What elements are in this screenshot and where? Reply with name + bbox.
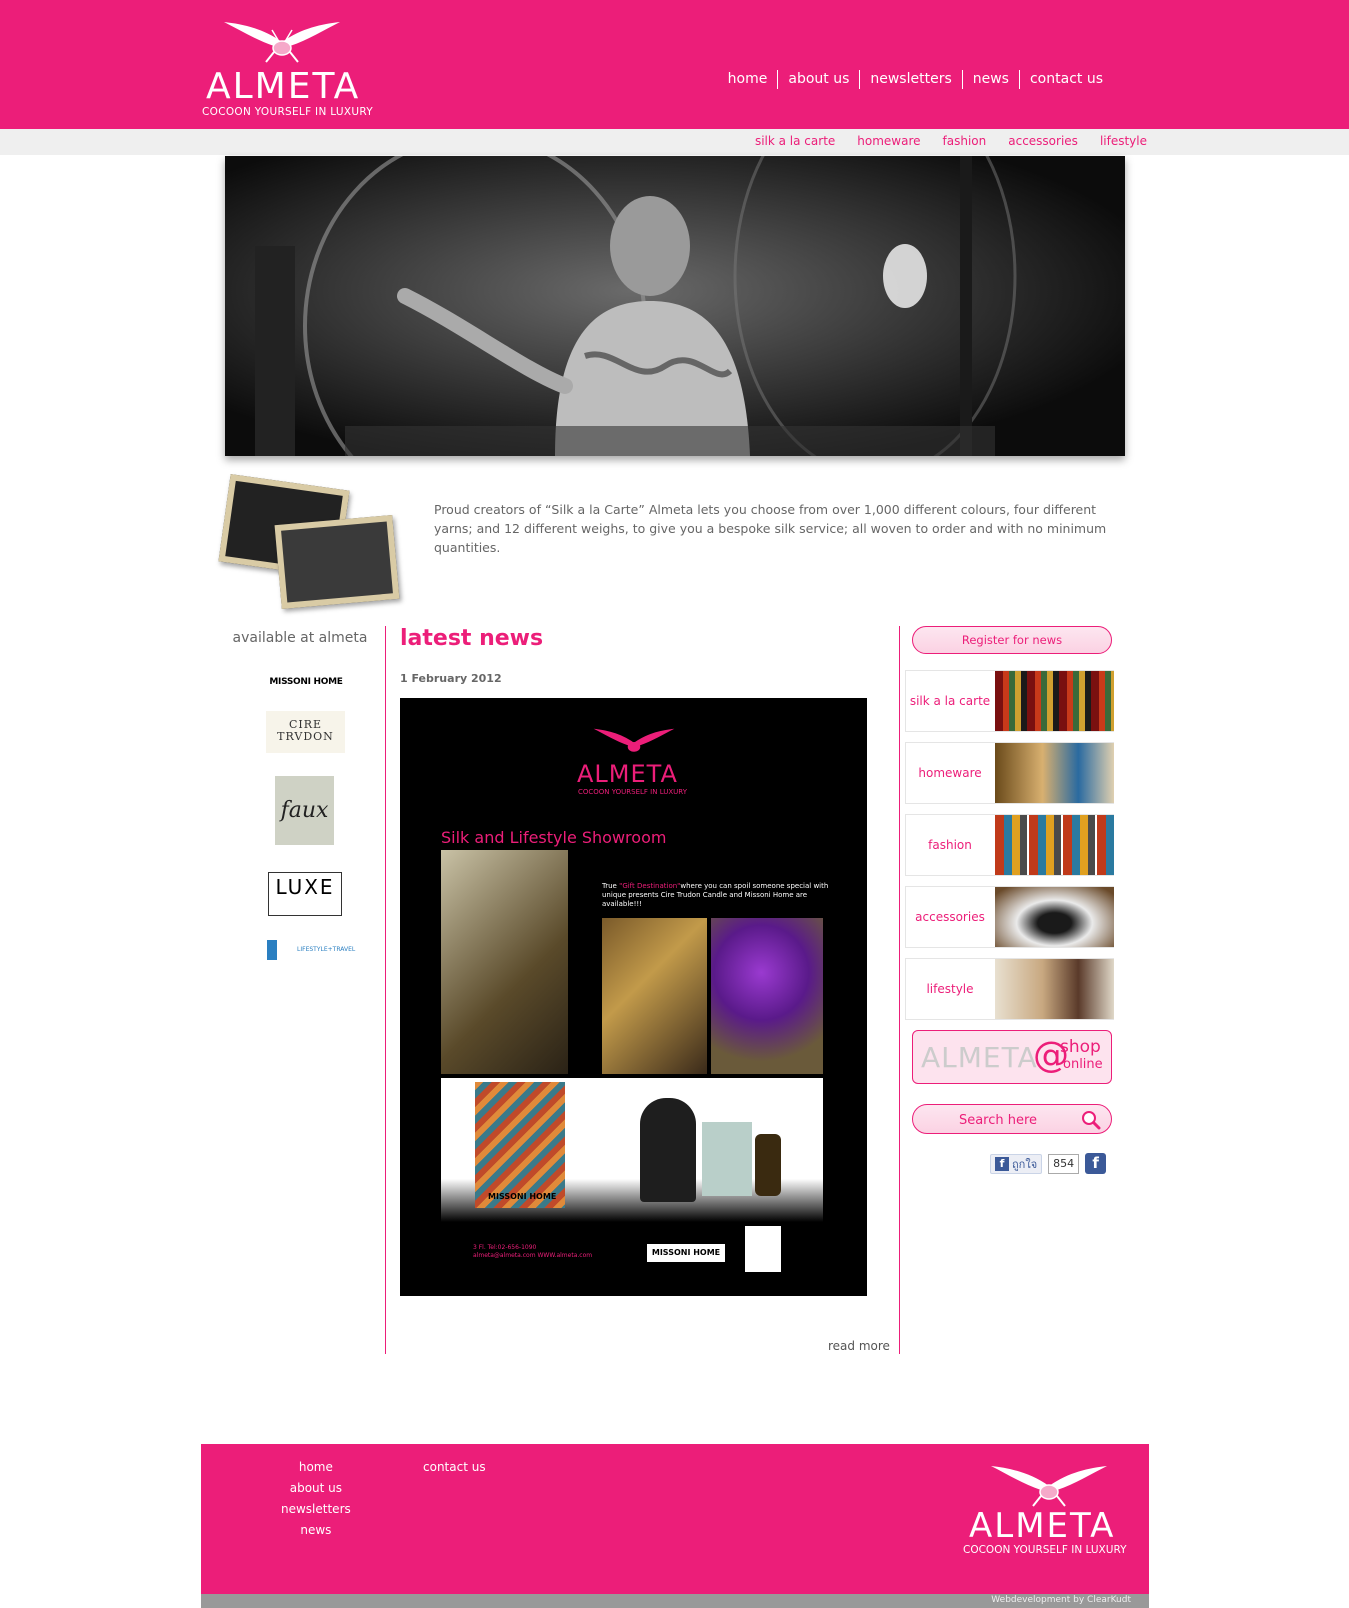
- subnav-lifestyle[interactable]: lifestyle: [1100, 134, 1147, 148]
- moth-logo-icon: [224, 22, 340, 63]
- brand-lifestyle-travel[interactable]: LIFESTYLE+TRAVEL: [267, 940, 355, 960]
- nav-newsletters[interactable]: newsletters: [859, 70, 961, 89]
- flyer-photo-candle-box: [702, 1122, 752, 1196]
- top-nav: home about us newsletters news contact u…: [718, 70, 1113, 89]
- sub-nav: silk a la carte homeware fashion accesso…: [755, 134, 1147, 148]
- flyer-trudon-logo: [745, 1226, 781, 1272]
- nav-about-us[interactable]: about us: [777, 70, 859, 89]
- footer-links-col-2: contact us: [423, 1460, 486, 1474]
- latest-news-heading: latest news: [400, 626, 544, 651]
- sub-nav-bar: silk a la carte homeware fashion accesso…: [0, 129, 1349, 155]
- flyer-photo-perfume: [755, 1134, 781, 1196]
- subnav-homeware[interactable]: homeware: [857, 134, 920, 148]
- footer-wordmark: ALMETA: [969, 1506, 1116, 1546]
- facebook-like-label: ถูกใจ: [1012, 1157, 1038, 1171]
- category-label: accessories: [915, 910, 985, 924]
- category-fashion[interactable]: fashion: [905, 814, 1114, 876]
- site-header: ALMETA COCOON YOURSELF IN LUXURY home ab…: [0, 0, 1349, 129]
- shop-brand: ALMETA: [921, 1041, 1038, 1074]
- search-box: [912, 1104, 1112, 1134]
- flyer-blurb: True "Gift Destination"where you can spo…: [602, 882, 829, 908]
- footer-tagline: COCOON YOURSELF IN LUXURY: [963, 1544, 1127, 1556]
- footer-credit: Webdevelopment by ClearKudt: [991, 1595, 1131, 1605]
- brand-missoni-home[interactable]: MISSONI HOME: [264, 677, 348, 687]
- intro-text: Proud creators of “Silk a la Carte” Alme…: [434, 502, 1107, 555]
- nav-home[interactable]: home: [718, 70, 778, 89]
- brand-faux[interactable]: faux: [275, 776, 334, 845]
- brand-cire-trudon[interactable]: CIRE TRVDON: [266, 711, 345, 753]
- flyer-missoni-logo: MISSONI HOME: [646, 1243, 726, 1263]
- latest-news-section: latest news: [400, 626, 885, 651]
- available-at-heading: available at almeta: [232, 630, 368, 646]
- category-accessories[interactable]: accessories: [905, 886, 1114, 948]
- register-for-news-button[interactable]: Register for news: [912, 626, 1112, 654]
- online-word: online: [1063, 1057, 1103, 1072]
- category-homeware[interactable]: homeware: [905, 742, 1114, 804]
- facebook-like-button[interactable]: f ถูกใจ: [990, 1153, 1043, 1174]
- news-flyer-image[interactable]: ALMETA COCOON YOURSELF IN LUXURY Silk an…: [400, 698, 867, 1296]
- shop-word: shop: [1060, 1037, 1101, 1057]
- flyer-photo-amethyst: [711, 918, 823, 1074]
- facebook-icon: f: [995, 1156, 1009, 1171]
- nav-contact-us[interactable]: contact us: [1018, 70, 1113, 89]
- nav-news[interactable]: news: [961, 70, 1019, 89]
- flyer-missoni-label: MISSONI HOME: [488, 1192, 557, 1201]
- flyer-title: Silk and Lifestyle Showroom: [441, 828, 667, 847]
- category-thumb: [995, 887, 1114, 947]
- flyer-photo-chair: [441, 850, 568, 1074]
- search-icon[interactable]: [1081, 1110, 1101, 1130]
- flyer-moth-icon: [593, 728, 675, 752]
- subnav-fashion[interactable]: fashion: [943, 134, 987, 148]
- facebook-icon[interactable]: f: [1085, 1153, 1107, 1174]
- site-logo[interactable]: ALMETA COCOON YOURSELF IN LUXURY: [200, 18, 373, 123]
- news-date: 1 February 2012: [400, 672, 502, 685]
- read-more-link[interactable]: read more: [828, 1339, 890, 1353]
- category-label: homeware: [918, 766, 982, 780]
- left-divider: [385, 626, 386, 1354]
- category-thumb: [995, 743, 1114, 803]
- flyer-photo-leopard: [602, 918, 707, 1074]
- hero-image: [225, 156, 1125, 456]
- intro-photo-2: [274, 515, 400, 609]
- category-thumb: [995, 815, 1114, 875]
- available-at-column: available at almeta: [215, 630, 385, 646]
- category-silk-a-la-carte[interactable]: silk a la carte: [905, 670, 1114, 732]
- flyer-photo-missoni: [475, 1082, 565, 1208]
- flyer-brand: ALMETA: [577, 760, 678, 788]
- flyer-contact: 3 Fl. Tel:02-656-1090 almeta@almeta.com W…: [473, 1244, 593, 1259]
- footer-links-col-1: home about us newsletters news: [281, 1460, 351, 1537]
- intro-photos: [218, 474, 405, 609]
- footer-home[interactable]: home: [299, 1460, 333, 1474]
- category-lifestyle[interactable]: lifestyle: [905, 958, 1114, 1020]
- footer-credit-bar: Webdevelopment by ClearKudt: [201, 1594, 1149, 1608]
- footer-contact-us[interactable]: contact us: [423, 1460, 486, 1474]
- shop-online-button[interactable]: ALMETA @ shop online: [912, 1030, 1112, 1084]
- brand-luxe[interactable]: LUXE: [268, 872, 342, 916]
- facebook-like-count: 854: [1048, 1153, 1080, 1174]
- category-thumb: [995, 671, 1114, 731]
- right-divider: [899, 626, 900, 1354]
- logo-wordmark: ALMETA: [206, 66, 361, 107]
- footer-newsletters[interactable]: newsletters: [281, 1502, 351, 1516]
- facebook-row: f ถูกใจ 854 f: [990, 1153, 1107, 1174]
- category-label: fashion: [928, 838, 972, 852]
- search-input[interactable]: [923, 1110, 1073, 1130]
- moth-logo-icon: [991, 1466, 1107, 1507]
- flyer-photo-bust: [640, 1098, 696, 1202]
- footer-about-us[interactable]: about us: [290, 1481, 342, 1495]
- site-footer: home about us newsletters news contact u…: [201, 1444, 1149, 1594]
- footer-logo[interactable]: ALMETA COCOON YOURSELF IN LUXURY: [963, 1462, 1143, 1572]
- category-label: lifestyle: [926, 982, 974, 996]
- footer-news[interactable]: news: [300, 1523, 331, 1537]
- flyer-tagline: COCOON YOURSELF IN LUXURY: [578, 788, 687, 796]
- category-label: silk a la carte: [909, 694, 991, 708]
- category-thumb: [995, 959, 1114, 1019]
- subnav-silk-a-la-carte[interactable]: silk a la carte: [755, 134, 835, 148]
- subnav-accessories[interactable]: accessories: [1008, 134, 1078, 148]
- logo-tagline: COCOON YOURSELF IN LUXURY: [202, 106, 373, 118]
